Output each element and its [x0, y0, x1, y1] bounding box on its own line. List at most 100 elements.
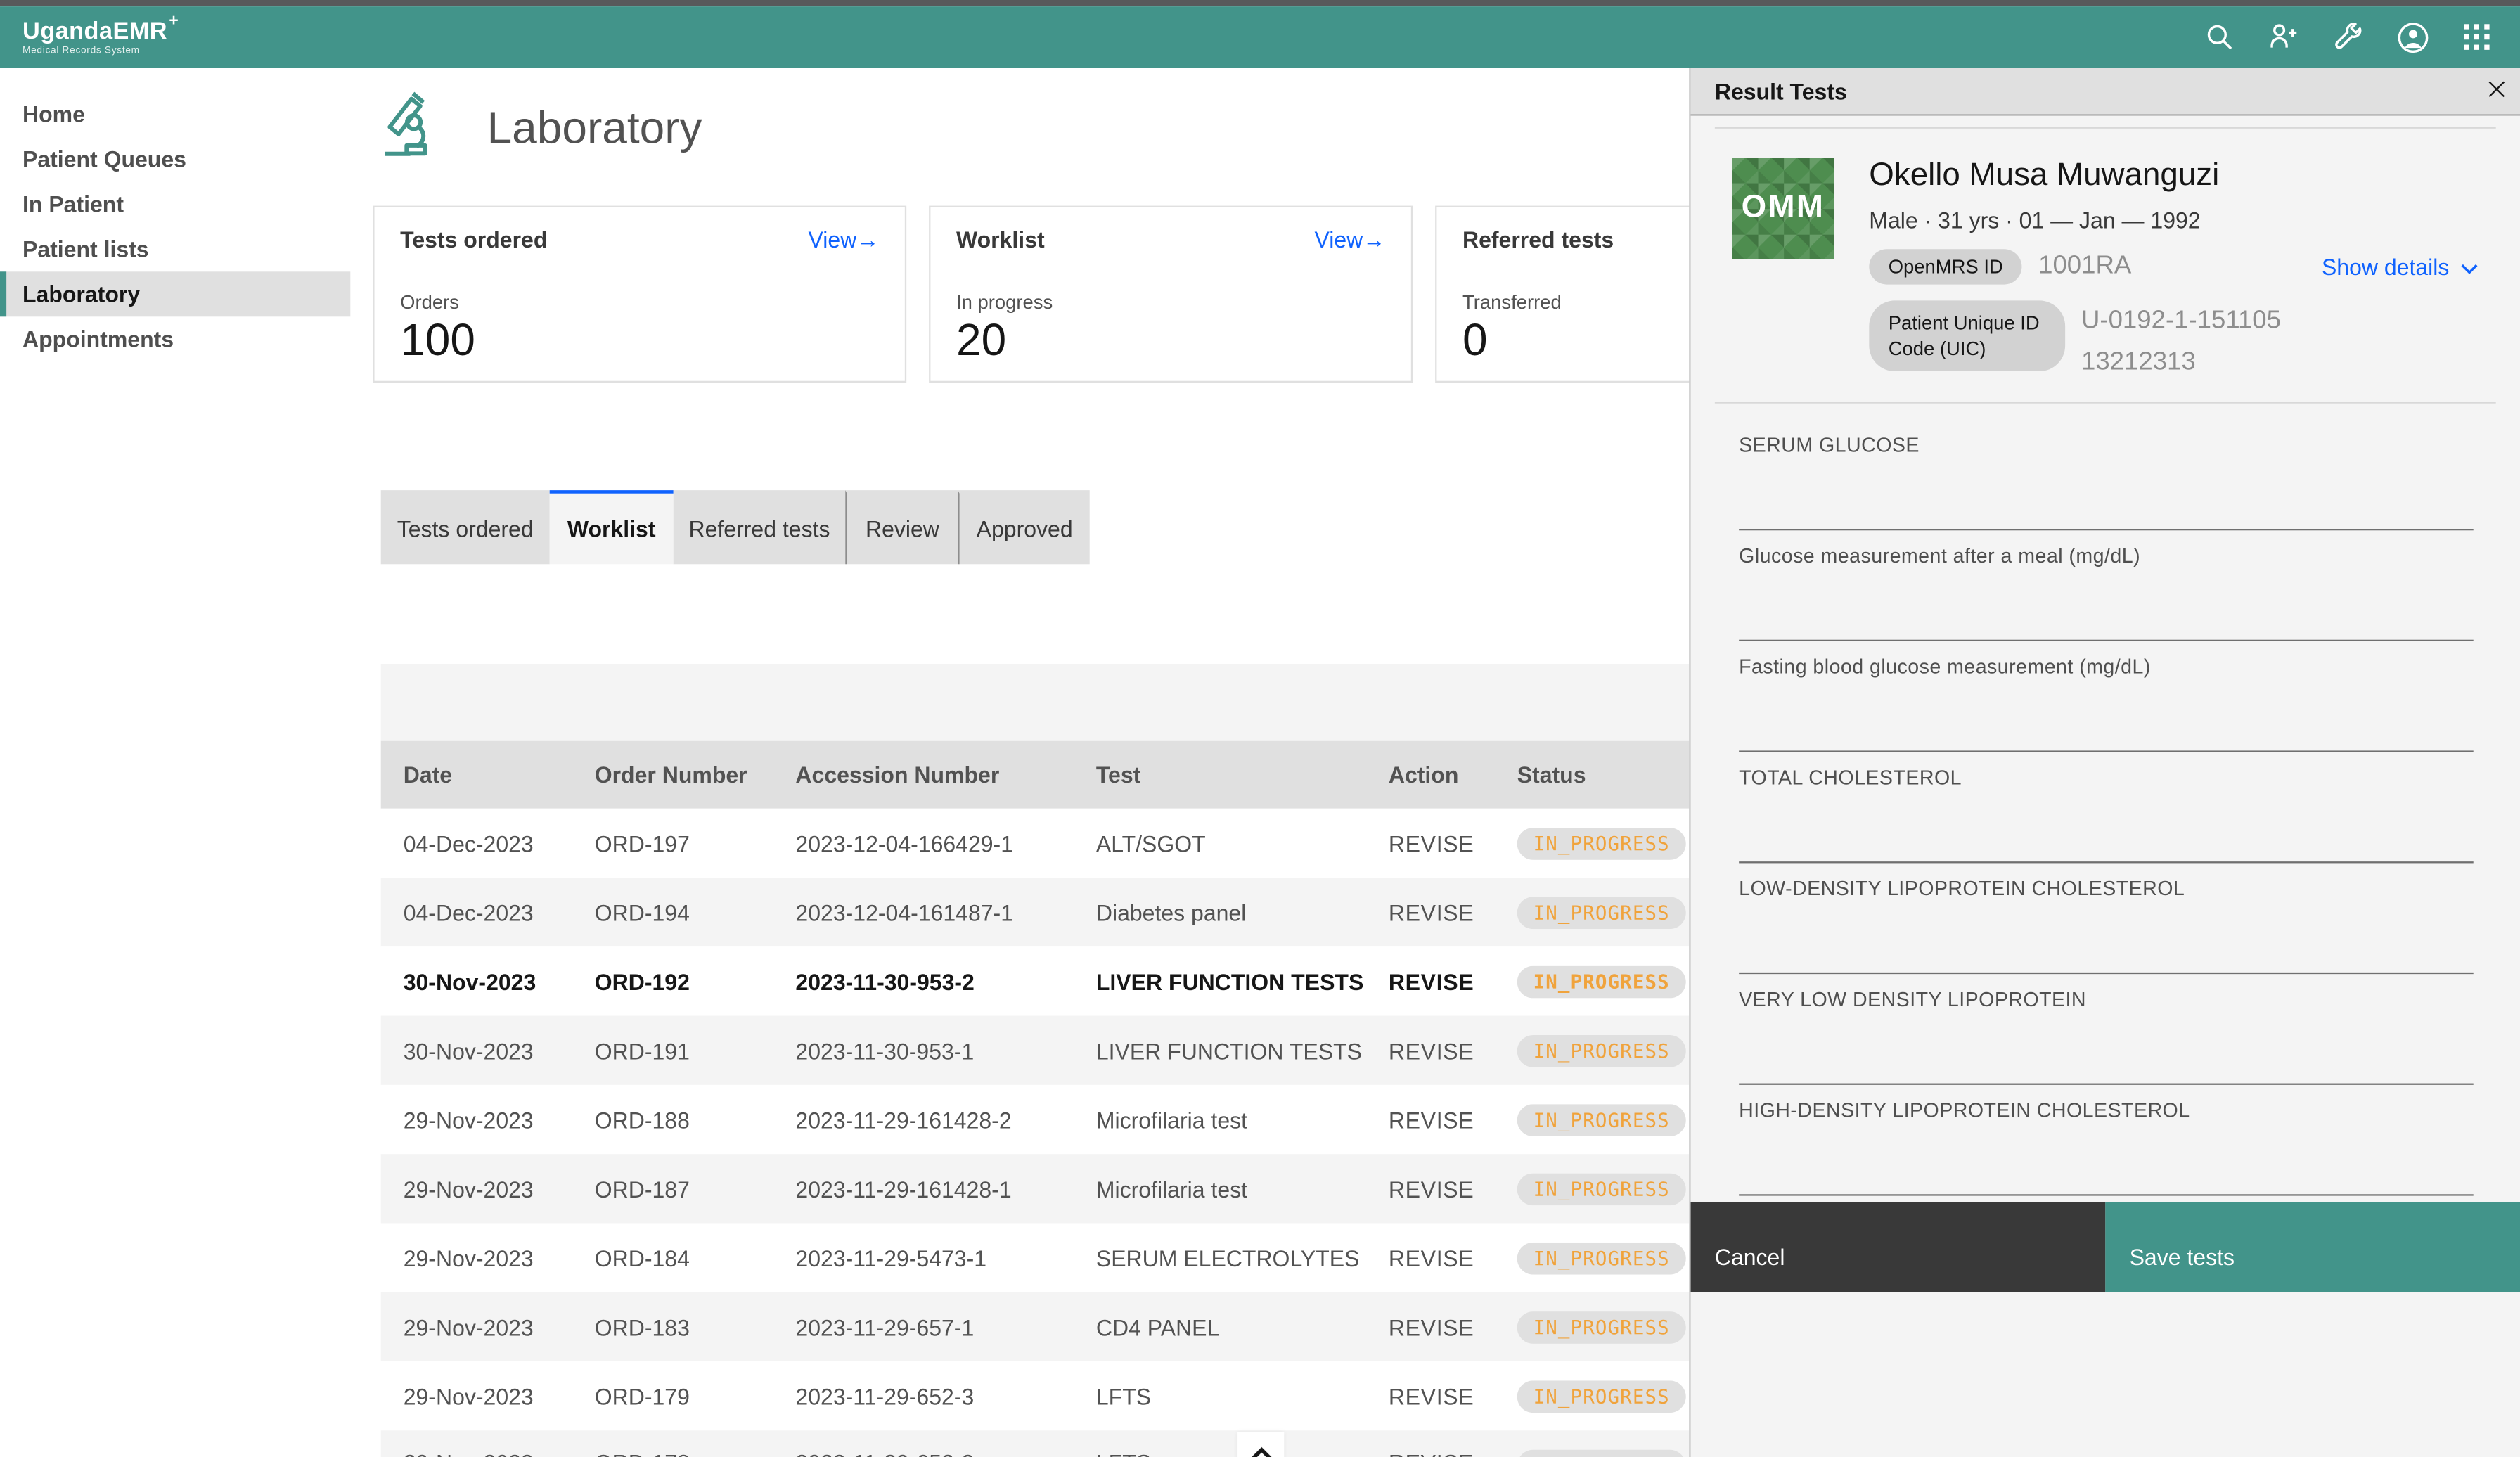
cell-order-number: ORD-184	[572, 1245, 773, 1271]
table-row[interactable]: 29-Nov-2023 ORD-184 2023-11-29-5473-1 SE…	[381, 1223, 1690, 1292]
cell-accession-number: 2023-11-29-161428-2	[773, 1107, 1073, 1133]
worklist-card: Worklist View→ In progress 20	[929, 206, 1413, 383]
card-title: Referred tests	[1462, 226, 1614, 252]
add-user-icon[interactable]	[2260, 13, 2308, 61]
page-header: Laboratory	[350, 91, 1689, 165]
uic-value: U-0192-1-15110513212313	[2081, 300, 2294, 383]
revise-action[interactable]: REVISE	[1389, 1383, 1474, 1409]
cell-order-number: ORD-194	[572, 899, 773, 925]
cell-order-number: ORD-192	[572, 968, 773, 994]
status-badge: IN_PROGRESS	[1517, 896, 1686, 928]
cell-accession-number: 2023-11-30-953-2	[773, 968, 1073, 994]
table-row[interactable]: 29-Nov-2023 ORD-187 2023-11-29-161428-1 …	[381, 1154, 1690, 1223]
total-cholesterol-input[interactable]	[1739, 807, 2474, 862]
table-row-clipped[interactable]: 29-Nov-2023 ORD-178 2023-11-29-652-2 LFT…	[381, 1430, 1690, 1457]
status-badge: IN_PROGRESS	[1517, 965, 1686, 998]
tab-approved[interactable]: Approved	[958, 490, 1089, 564]
table-row[interactable]: 30-Nov-2023 ORD-191 2023-11-30-953-1 LIV…	[381, 1016, 1690, 1085]
save-tests-button[interactable]: Save tests	[2105, 1202, 2520, 1292]
cancel-button[interactable]: Cancel	[1691, 1202, 2106, 1292]
cell-test: LIVER FUNCTION TESTS	[1074, 1037, 1366, 1063]
patient-name: Okello Musa Muwanguzi	[1869, 158, 2478, 193]
revise-action[interactable]: REVISE	[1389, 968, 1474, 994]
tab-review[interactable]: Review	[845, 490, 958, 564]
main-content: Laboratory Tests ordered View→ Orders 10…	[350, 68, 1689, 1457]
user-avatar-icon[interactable]	[2389, 13, 2437, 61]
chevron-up-icon	[1248, 1442, 1274, 1457]
revise-action[interactable]: REVISE	[1389, 1450, 1474, 1457]
cell-order-number: ORD-191	[572, 1037, 773, 1063]
sidebar-item-in-patient[interactable]: In Patient	[0, 181, 350, 226]
revise-action[interactable]: REVISE	[1389, 830, 1474, 856]
glucose-after-meal-input[interactable]	[1739, 585, 2474, 640]
status-badge: IN_PROGRESS	[1517, 1034, 1686, 1067]
revise-action[interactable]: REVISE	[1389, 1176, 1474, 1202]
status-badge: IN_PROGRESS	[1517, 1172, 1686, 1205]
sidebar-item-patient-queues[interactable]: Patient Queues	[0, 136, 350, 181]
vldl-input[interactable]	[1739, 1029, 2474, 1084]
chevron-down-icon	[2460, 254, 2478, 280]
revise-action[interactable]: REVISE	[1389, 1314, 1474, 1340]
plus-glyph: +	[169, 13, 179, 30]
field-serum-glucose: SERUM GLUCOSE	[1739, 420, 2474, 531]
table-row-selected[interactable]: 30-Nov-2023 ORD-192 2023-11-30-953-2 LIV…	[381, 946, 1690, 1015]
cell-date: 04-Dec-2023	[381, 899, 572, 925]
table-row[interactable]: 04-Dec-2023 ORD-197 2023-12-04-166429-1 …	[381, 809, 1690, 878]
cell-test: Microfilaria test	[1074, 1176, 1366, 1202]
fasting-glucose-input[interactable]	[1739, 696, 2474, 751]
sidebar-item-laboratory[interactable]: Laboratory	[0, 271, 350, 316]
cell-test: LFTS	[1074, 1383, 1366, 1409]
status-badge: IN_PROGRESS	[1517, 1450, 1686, 1457]
serum-glucose-input[interactable]	[1739, 475, 2474, 529]
col-action: Action	[1366, 762, 1495, 788]
patient-banner: OMM Okello Musa Muwanguzi Male · 31 yrs …	[1691, 129, 2520, 383]
ugandaemr-logo: UgandaEMR+ Medical Records System	[22, 18, 179, 56]
panel-header: Result Tests	[1691, 68, 2520, 116]
tools-icon[interactable]	[2324, 13, 2372, 61]
sidebar-item-appointments[interactable]: Appointments	[0, 316, 350, 361]
search-icon[interactable]	[2195, 13, 2244, 61]
revise-action[interactable]: REVISE	[1389, 1107, 1474, 1133]
sidebar-item-patient-lists[interactable]: Patient lists	[0, 226, 350, 271]
tab-referred-tests[interactable]: Referred tests	[674, 490, 846, 564]
card-title: Tests ordered	[400, 226, 547, 252]
tab-worklist[interactable]: Worklist	[550, 490, 674, 564]
app-switcher-icon[interactable]	[2452, 13, 2501, 61]
tab-tests-ordered[interactable]: Tests ordered	[381, 490, 550, 564]
sidebar-item-home[interactable]: Home	[0, 91, 350, 136]
table-row[interactable]: 29-Nov-2023 ORD-183 2023-11-29-657-1 CD4…	[381, 1292, 1690, 1361]
cell-order-number: ORD-188	[572, 1107, 773, 1133]
summary-cards: Tests ordered View→ Orders 100 Worklist …	[373, 206, 1919, 383]
worklist-table: Date Order Number Accession Number Test …	[381, 741, 1690, 1457]
close-icon[interactable]	[2480, 72, 2512, 105]
cell-date: 04-Dec-2023	[381, 830, 572, 856]
patient-avatar: OMM	[1732, 158, 1834, 259]
hdl-cholesterol-input[interactable]	[1739, 1140, 2474, 1195]
revise-action[interactable]: REVISE	[1389, 899, 1474, 925]
table-row[interactable]: 29-Nov-2023 ORD-179 2023-11-29-652-3 LFT…	[381, 1361, 1690, 1430]
field-label: Glucose measurement after a meal (mg/dL)	[1739, 531, 2474, 568]
cell-order-number: ORD-187	[572, 1176, 773, 1202]
field-fasting-glucose: Fasting blood glucose measurement (mg/dL…	[1739, 641, 2474, 752]
openmrs-id-value: 1001RA	[2038, 252, 2131, 281]
revise-action[interactable]: REVISE	[1389, 1037, 1474, 1063]
cell-date: 30-Nov-2023	[381, 968, 572, 994]
metric-label: Orders	[400, 291, 879, 314]
revise-action[interactable]: REVISE	[1389, 1245, 1474, 1271]
col-accession-number: Accession Number	[773, 762, 1073, 788]
result-tests-panel: Result Tests OMM Okello Musa Muwanguzi M…	[1689, 68, 2520, 1457]
cell-date: 29-Nov-2023	[381, 1107, 572, 1133]
collapse-caret-button[interactable]	[1238, 1432, 1284, 1457]
table-row[interactable]: 29-Nov-2023 ORD-188 2023-11-29-161428-2 …	[381, 1085, 1690, 1154]
view-link[interactable]: View→	[808, 226, 879, 252]
cell-test: Diabetes panel	[1074, 899, 1366, 925]
microscope-icon	[381, 88, 455, 170]
show-details-link[interactable]: Show details	[2322, 254, 2479, 280]
patient-demographics: Male · 31 yrs · 01 — Jan — 1992	[1869, 207, 2478, 233]
table-row[interactable]: 04-Dec-2023 ORD-194 2023-12-04-161487-1 …	[381, 878, 1690, 946]
view-link[interactable]: View→	[1314, 226, 1385, 252]
metric-value: 100	[400, 319, 879, 364]
cell-date: 30-Nov-2023	[381, 1037, 572, 1063]
ldl-cholesterol-input[interactable]	[1739, 918, 2474, 973]
page-title: Laboratory	[487, 103, 702, 154]
